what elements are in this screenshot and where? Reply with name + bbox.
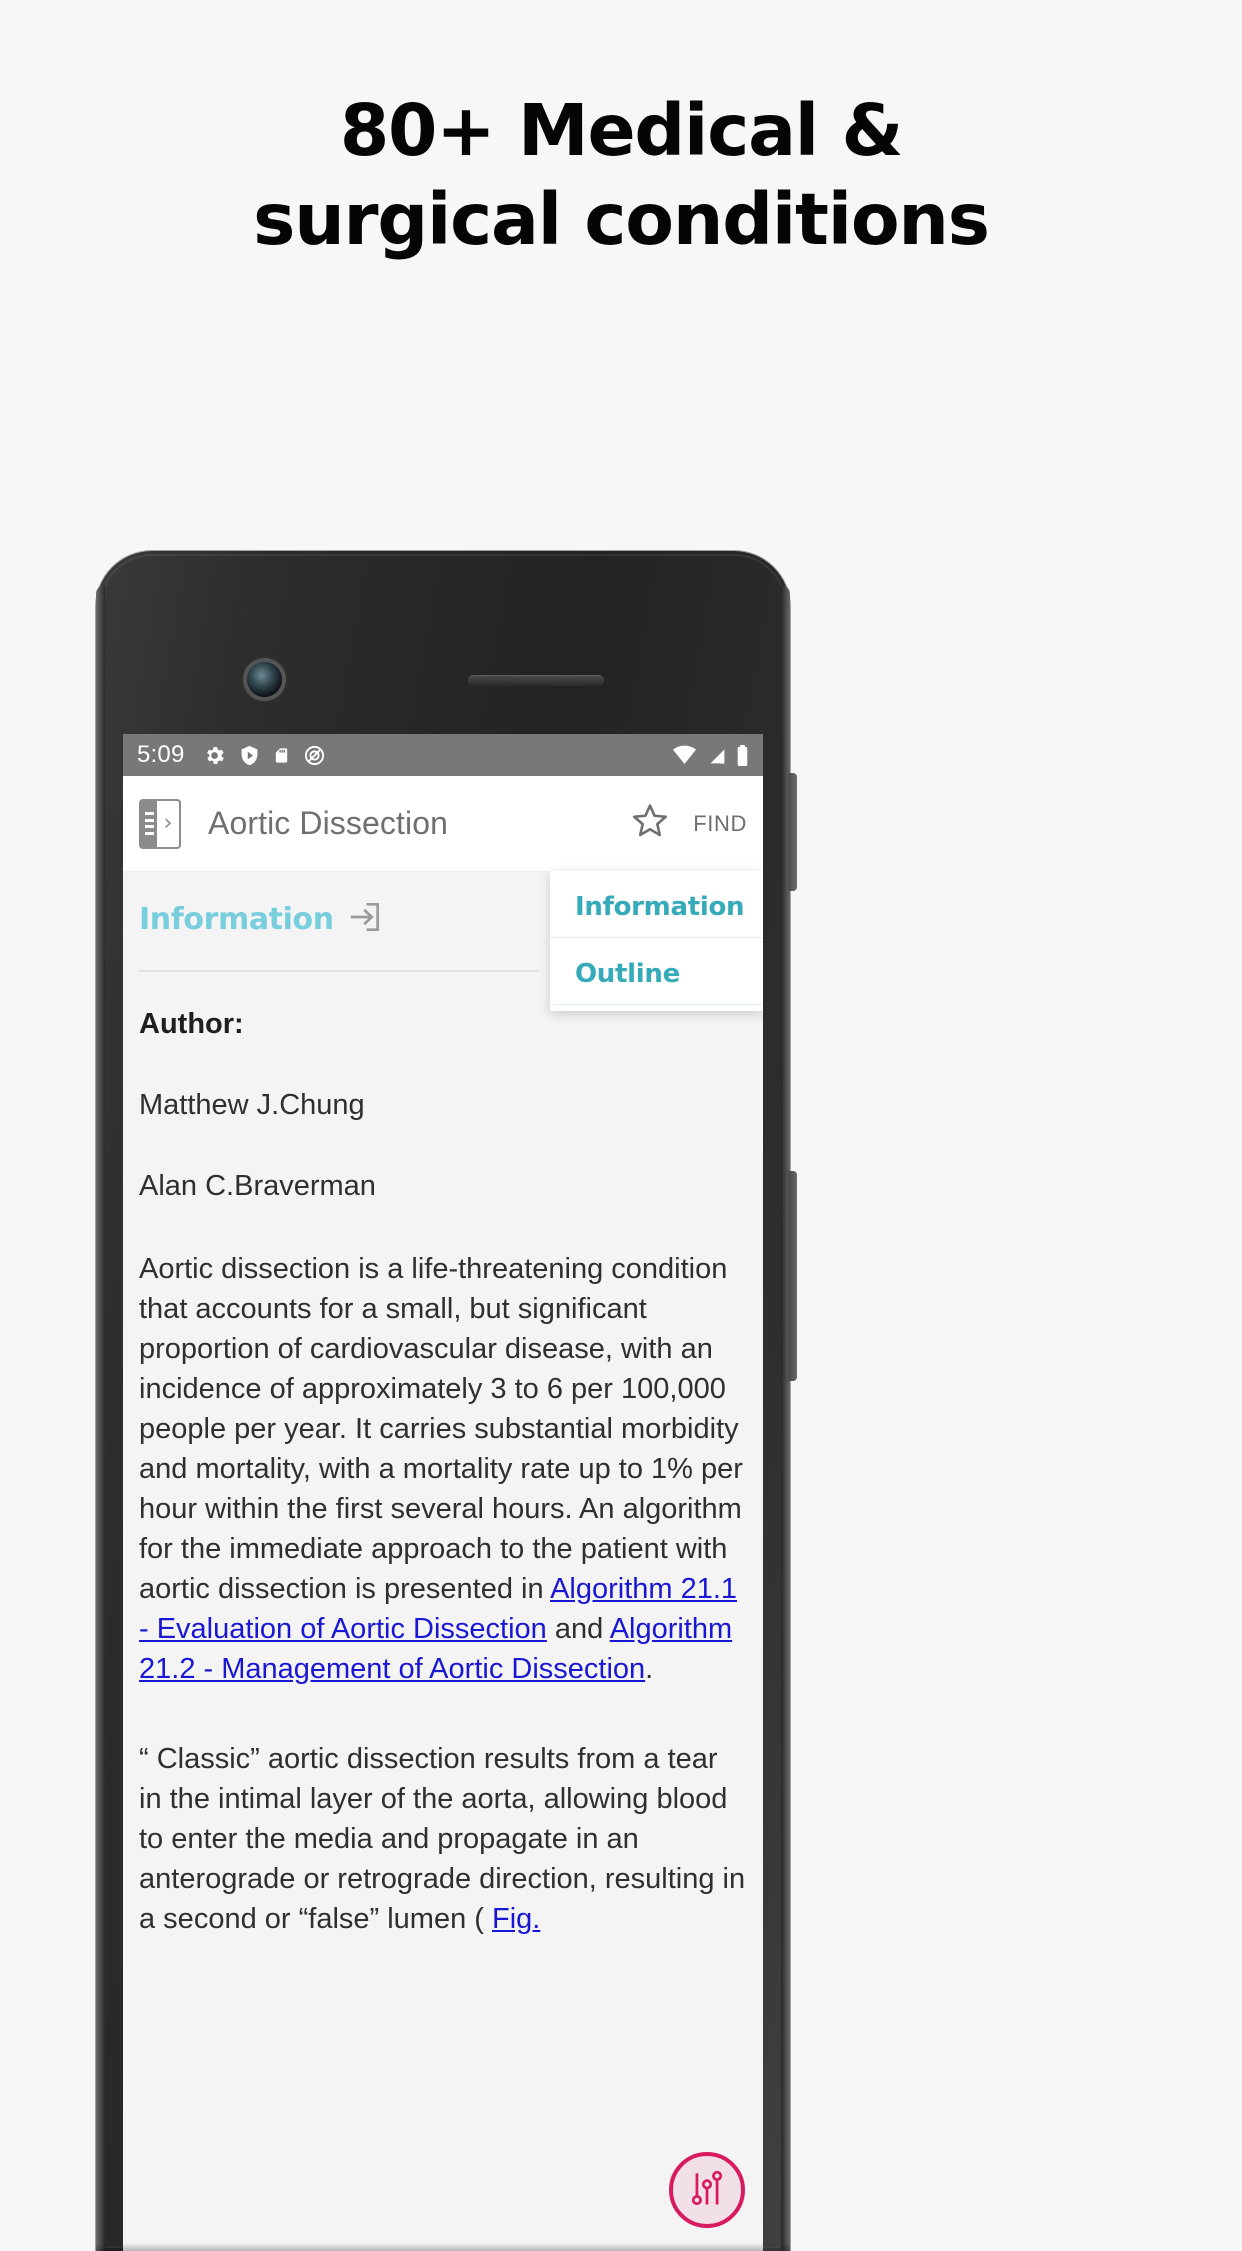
headline-line-2: surgical conditions — [253, 178, 990, 262]
gear-icon — [203, 744, 226, 767]
login-arrow-icon[interactable] — [346, 898, 384, 941]
tab-underline — [139, 970, 539, 972]
wifi-icon — [672, 745, 697, 765]
headline-line-1: 80+ Medical & — [339, 89, 904, 172]
promo-header: 80+ Medical & surgical conditions — [0, 0, 1242, 360]
battery-icon — [736, 744, 749, 767]
tune-sliders-icon — [685, 2166, 729, 2215]
figure-link[interactable]: Fig. — [492, 1903, 540, 1935]
paragraph-1-text-c: . — [645, 1653, 654, 1686]
status-time: 5:09 — [137, 741, 185, 768]
sd-card-icon — [273, 744, 290, 767]
status-left-icons — [203, 744, 326, 767]
drawer-icon-strip — [141, 800, 157, 847]
power-button[interactable] — [788, 773, 797, 891]
paragraph-1-text-b: and — [546, 1613, 610, 1646]
article-content: Author: Matthew J.Chung Alan C.Braverman… — [123, 982, 763, 2251]
chevron-right-icon: › — [163, 810, 173, 836]
phone-bottom-edge — [96, 2243, 790, 2251]
page-title: Aortic Dissection — [208, 805, 448, 841]
tab-information-label: Information — [139, 902, 334, 937]
do-not-disturb-icon — [303, 744, 326, 767]
svg-text:x: x — [720, 758, 724, 765]
volume-rocker-button[interactable] — [788, 1171, 797, 1381]
navigation-drawer-icon[interactable]: › — [139, 798, 181, 849]
phone-screen: 5:09 x › Aortic Dissection FIND Informat… — [123, 734, 763, 2251]
tab-strip: Information Information Outline — [123, 871, 763, 1011]
find-button[interactable]: FIND — [693, 811, 747, 837]
status-right-icons: x — [672, 744, 749, 767]
front-camera-icon — [247, 662, 282, 697]
dropdown-item-information[interactable]: Information — [550, 871, 763, 938]
dropdown-item-outline[interactable]: Outline — [550, 938, 763, 1005]
author-name: Matthew J.Chung — [139, 1089, 365, 1121]
paragraph-2-text: “ Classic” aortic dissection results fro… — [139, 1743, 746, 1936]
play-shield-icon — [239, 744, 260, 767]
status-bar: 5:09 x — [123, 734, 763, 776]
tune-fab-button[interactable] — [669, 2152, 745, 2228]
tab-dropdown-menu: Information Outline — [550, 871, 763, 1011]
paragraph-1-text-a: Aortic dissection is a life-threatening … — [139, 1253, 743, 1606]
star-outline-icon[interactable] — [629, 800, 671, 847]
tab-information[interactable]: Information — [139, 898, 384, 941]
signal-no-service-icon: x — [706, 745, 727, 766]
earpiece-speaker — [468, 675, 604, 686]
article-paragraph-1: Aortic dissection is a life-threatening … — [139, 1249, 747, 1689]
author-name: Alan C.Braverman — [139, 1170, 376, 1202]
article-paragraph-2: “ Classic” aortic dissection results fro… — [139, 1739, 747, 1939]
phone-rim-left — [96, 585, 105, 2251]
app-toolbar: › Aortic Dissection FIND — [123, 776, 763, 872]
phone-mockup: 5:09 x › Aortic Dissection FIND Informat… — [96, 551, 797, 2251]
toolbar-actions: FIND — [629, 800, 747, 847]
